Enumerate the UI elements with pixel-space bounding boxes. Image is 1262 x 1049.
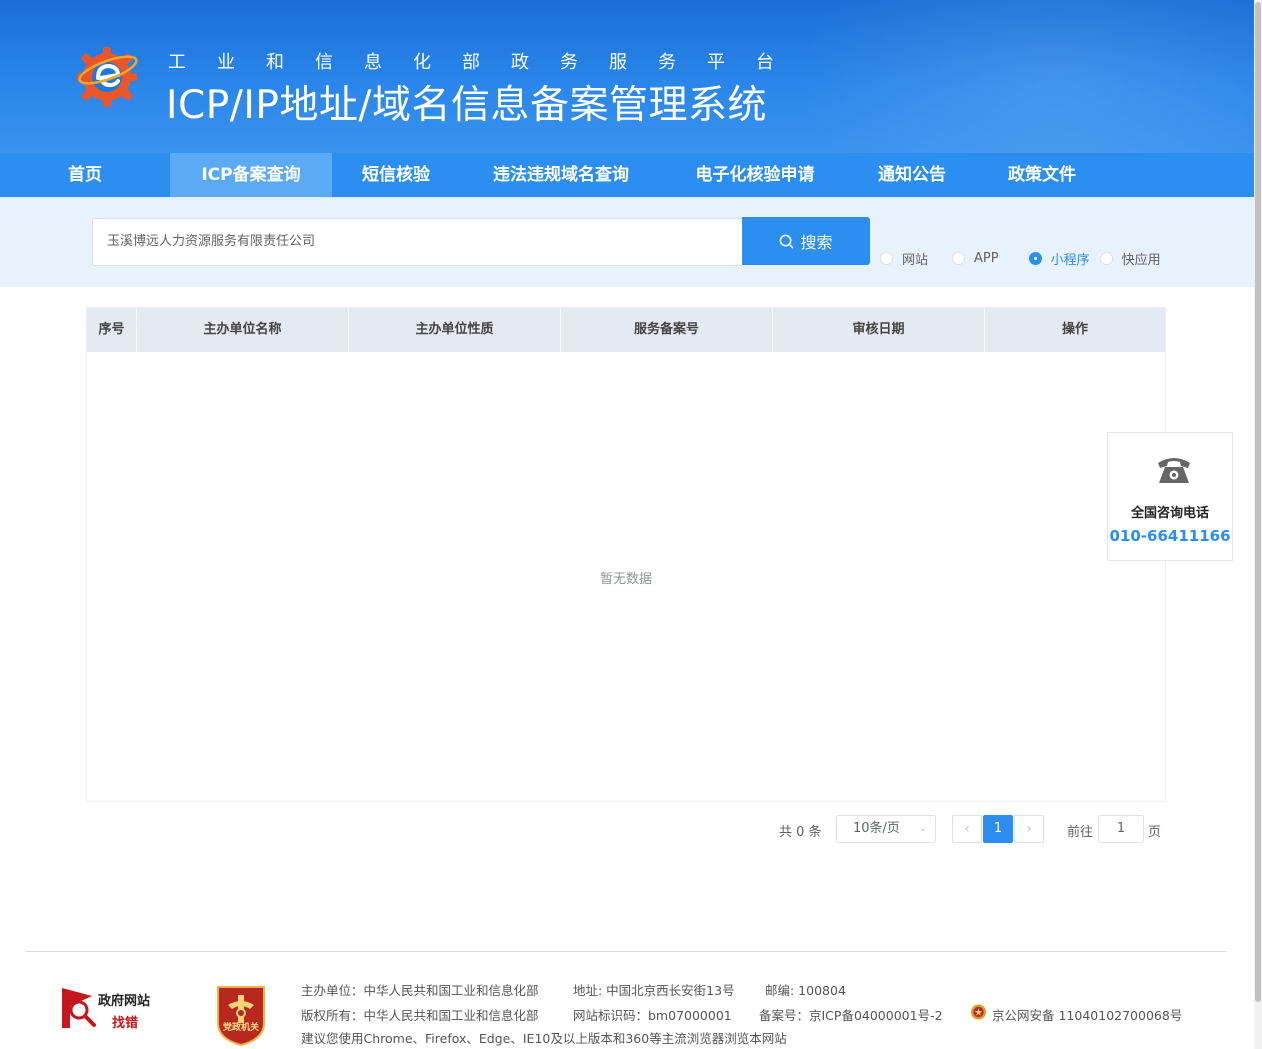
nav-item-e-verify[interactable]: 电子化核验申请 [662, 153, 848, 197]
magnifier-flag-icon [62, 988, 96, 1028]
gov-badge-line2: 找错 [112, 1016, 139, 1031]
search-input[interactable]: 玉溪博远人力资源服务有限责任公司 [92, 218, 742, 266]
footer-copyright: 版权所有：中华人民共和国工业和信息化部 [301, 1008, 539, 1023]
footer-icp-link[interactable]: 备案号：京ICP备04000001号-2 [759, 1005, 943, 1024]
contact-label: 全国咨询电话 [1130, 506, 1209, 521]
miit-logo [77, 47, 138, 107]
chevron-left-icon: ‹ [964, 821, 970, 837]
radio-dot [1028, 252, 1042, 265]
goto-label: 前往 [1067, 825, 1094, 840]
goto-page-input[interactable]: 1 [1098, 815, 1144, 843]
radio-website[interactable]: 网站 [880, 249, 928, 268]
radio-mini-program[interactable]: 小程序 [1028, 249, 1090, 268]
search-icon [780, 234, 794, 248]
radio-label: 小程序 [1050, 253, 1090, 268]
page: 工业和信息化部政务服务平台 ICP/IP地址/域名信息备案管理系统 首页 ICP… [0, 0, 1262, 1049]
radio-label: 快应用 [1121, 253, 1161, 268]
party-gov-badge[interactable]: 党政机关 [214, 983, 268, 1047]
radio-dot [952, 252, 966, 265]
column-header-sponsor-name: 主办单位名称 [137, 308, 349, 352]
results-table: 序号 主办单位名称 主办单位性质 服务备案号 审核日期 操作 暂无数据 [86, 307, 1166, 802]
column-header-review-date: 审核日期 [773, 308, 985, 352]
radio-dot [1099, 252, 1113, 265]
prev-page-button[interactable]: ‹ [952, 815, 982, 843]
column-header-service-record: 服务备案号 [561, 308, 773, 352]
header-title: ICP/IP地址/域名信息备案管理系统 [166, 83, 768, 128]
page-size-select[interactable]: 10条/页 ⌄ [836, 815, 936, 843]
page-number-button[interactable]: 1 [983, 815, 1013, 843]
footer-police-link[interactable]: 京公网安备 11040102700068号 [992, 1005, 1182, 1024]
gov-error-report-badge[interactable]: 政府网站 找错 [62, 984, 162, 1031]
column-header-index: 序号 [87, 308, 137, 352]
footer-divider [26, 951, 1226, 952]
telephone-icon [1158, 458, 1190, 483]
police-emblem-icon [970, 1004, 987, 1020]
main-nav: 首页 ICP备案查询 短信核验 违法违规域名查询 电子化核验申请 通知公告 政策… [0, 153, 1254, 197]
search-button-label: 搜索 [800, 233, 833, 252]
footer-address: 地址: 中国北京西长安街13号 [573, 983, 735, 998]
footer-sponsor: 主办单位：中华人民共和国工业和信息化部 [301, 983, 539, 998]
pagination: 共 0 条 10条/页 ⌄ ‹ 1 › 前往 1 页 [0, 815, 1262, 843]
footer-site-id: 网站标识码：bm07000001 [573, 1008, 732, 1023]
radio-dot [880, 252, 893, 265]
party-badge-text: 党政机关 [222, 1023, 259, 1033]
radio-label: 网站 [902, 253, 929, 268]
search-button[interactable]: 搜索 [742, 217, 870, 265]
footer-browser-tip: 建议您使用Chrome、Firefox、Edge、IE10及以上版本和360等主… [301, 1031, 787, 1046]
gov-badge-line1: 政府网站 [98, 994, 151, 1009]
chevron-right-icon: › [1026, 821, 1032, 837]
nav-item-notices[interactable]: 通知公告 [848, 153, 976, 197]
nav-item-illegal-domain[interactable]: 违法违规域名查询 [460, 153, 662, 197]
header-subtitle: 工业和信息化部政务服务平台 [168, 52, 805, 73]
search-area: 玉溪博远人力资源服务有限责任公司 搜索 网站 APP 小程序 快应用 [0, 197, 1254, 287]
radio-label: APP [974, 251, 999, 266]
scrollbar-thumb[interactable] [1255, 2, 1261, 1002]
page-size-value: 10条/页 [853, 821, 900, 836]
nav-item-policies[interactable]: 政策文件 [976, 153, 1108, 197]
column-header-sponsor-type: 主办单位性质 [349, 308, 561, 352]
nav-item-home[interactable]: 首页 [0, 153, 170, 197]
pagination-total: 共 0 条 [779, 825, 822, 840]
party-gov-shield-icon [217, 986, 265, 1047]
radio-quick-app[interactable]: 快应用 [1099, 249, 1161, 268]
nav-item-sms-verify[interactable]: 短信核验 [332, 153, 460, 197]
search-type-group: 网站 APP 小程序 快应用 [880, 249, 1171, 268]
next-page-button[interactable]: › [1014, 815, 1044, 843]
chevron-down-icon: ⌄ [918, 823, 927, 834]
contact-phone: 010-66411166 [1109, 527, 1231, 545]
footer-postcode: 邮编: 100804 [765, 983, 846, 998]
empty-state-text: 暂无数据 [599, 572, 652, 587]
table-header: 序号 主办单位名称 主办单位性质 服务备案号 审核日期 操作 [87, 308, 1165, 352]
contact-widget: 全国咨询电话 010-66411166 [1107, 432, 1233, 561]
header-banner: 工业和信息化部政务服务平台 ICP/IP地址/域名信息备案管理系统 [0, 0, 1254, 153]
nav-item-icp-query[interactable]: ICP备案查询 [170, 153, 332, 197]
column-header-actions: 操作 [1061, 322, 1088, 337]
radio-app[interactable]: APP [952, 251, 999, 266]
page-unit-label: 页 [1148, 825, 1162, 840]
